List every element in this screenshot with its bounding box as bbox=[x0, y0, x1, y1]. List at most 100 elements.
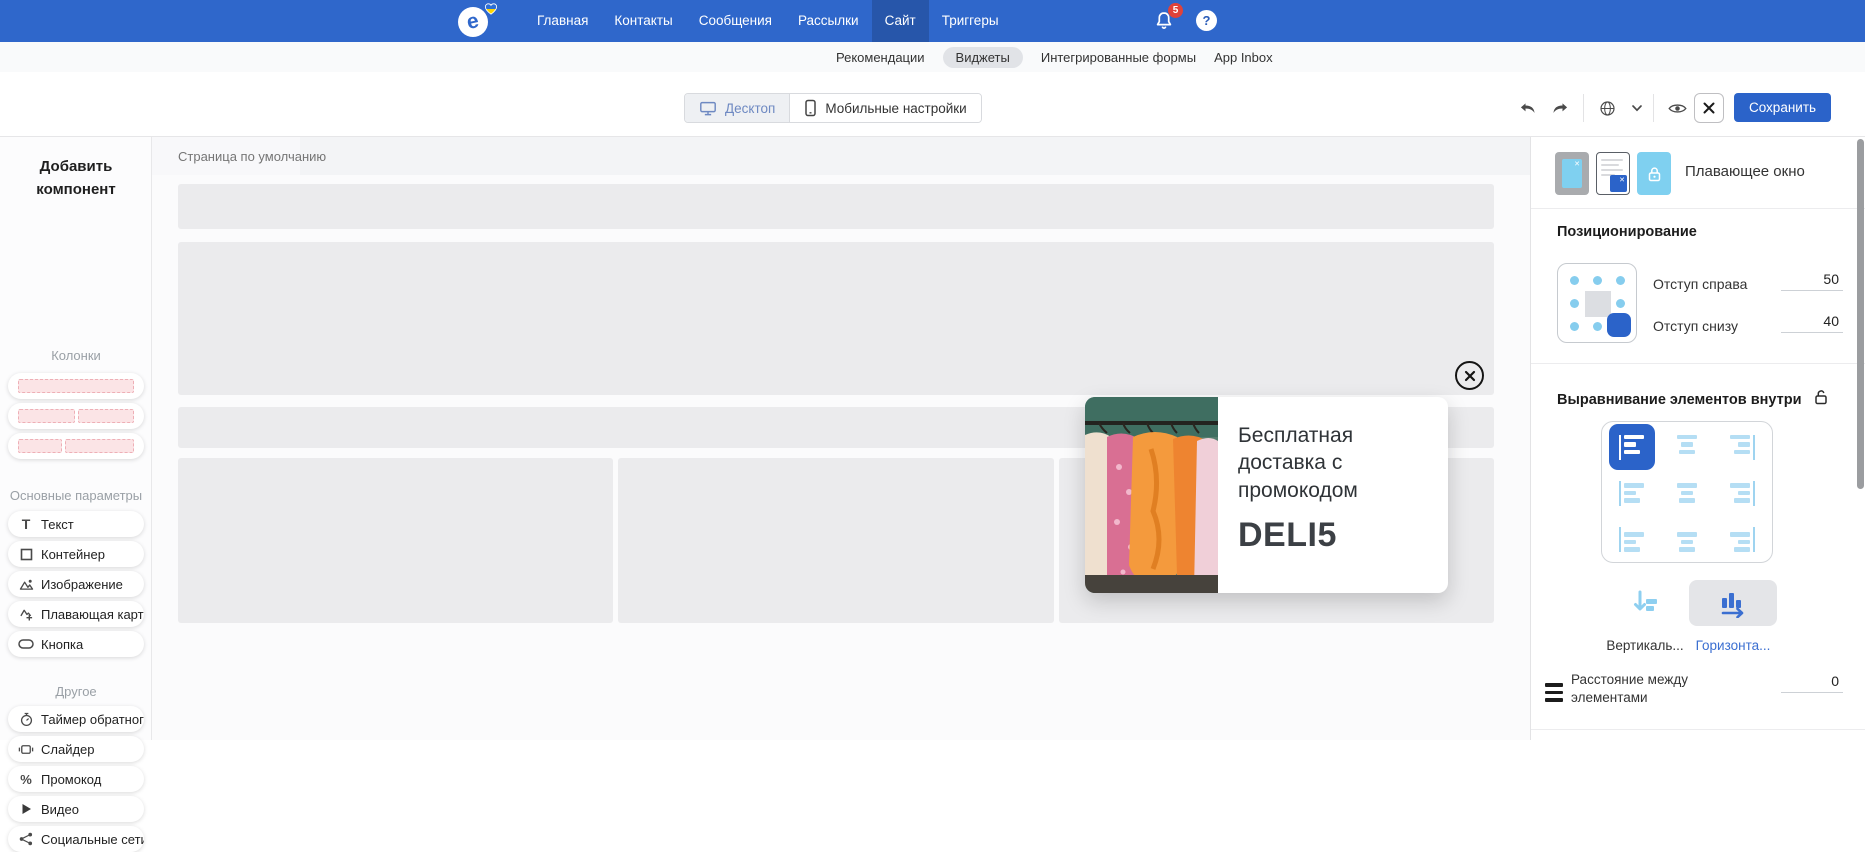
panel-scrollbar[interactable] bbox=[1857, 139, 1864, 489]
align-option-middle-left[interactable] bbox=[1609, 470, 1655, 516]
component-container[interactable]: Контейнер bbox=[8, 541, 144, 567]
subnav-widgets[interactable]: Виджеты bbox=[942, 46, 1023, 68]
toolbar-divider bbox=[1653, 94, 1654, 122]
page-placeholder-hero bbox=[178, 242, 1494, 395]
alignment-lock-button[interactable] bbox=[1814, 389, 1828, 405]
language-dropdown[interactable] bbox=[1622, 93, 1652, 123]
redo-button[interactable] bbox=[1545, 93, 1575, 123]
component-video[interactable]: Видео bbox=[8, 796, 144, 822]
position-bottom-left[interactable] bbox=[1570, 322, 1579, 331]
desktop-icon bbox=[700, 101, 716, 115]
section-label-basic: Основные параметры bbox=[9, 488, 143, 503]
menu-item-campaigns[interactable]: Рассылки bbox=[785, 0, 872, 42]
vertical-layout-label[interactable]: Вертикаль... bbox=[1601, 638, 1689, 653]
column-layout-2col[interactable] bbox=[8, 403, 144, 429]
container-icon bbox=[18, 548, 34, 561]
undo-icon bbox=[1520, 103, 1535, 113]
widget-type-popup[interactable]: ✕ bbox=[1555, 152, 1589, 195]
widget-close-icon bbox=[1464, 370, 1475, 381]
column-layout-1col[interactable] bbox=[8, 373, 144, 399]
save-button[interactable]: Сохранить bbox=[1734, 93, 1831, 122]
notifications-button[interactable]: 5 bbox=[1152, 3, 1183, 33]
widget-close-button[interactable] bbox=[1455, 361, 1484, 390]
position-top-left[interactable] bbox=[1570, 276, 1579, 285]
panel-divider bbox=[1531, 729, 1865, 730]
redo-icon bbox=[1553, 103, 1568, 113]
menu-item-home[interactable]: Главная bbox=[524, 0, 601, 42]
language-button[interactable] bbox=[1592, 93, 1622, 123]
section-label-columns: Колонки bbox=[51, 348, 101, 363]
align-option-top-center[interactable] bbox=[1664, 424, 1710, 470]
floating-widget-preview[interactable]: Бесплатная доставка с промокодом DELI5 bbox=[1085, 397, 1448, 593]
menu-item-triggers[interactable]: Триггеры bbox=[929, 0, 1012, 42]
device-toggle: Десктоп Мобильные настройки bbox=[684, 93, 982, 123]
align-option-top-right[interactable] bbox=[1719, 424, 1765, 470]
vertical-layout-button[interactable] bbox=[1601, 580, 1689, 626]
component-button[interactable]: Кнопка bbox=[8, 631, 144, 657]
menu-item-site[interactable]: Сайт bbox=[871, 0, 929, 42]
align-option-middle-right[interactable] bbox=[1719, 470, 1765, 516]
panel-divider bbox=[1531, 208, 1865, 209]
widget-promocode: DELI5 bbox=[1238, 515, 1337, 554]
component-text[interactable]: T Текст bbox=[8, 511, 144, 537]
position-bottom-center[interactable] bbox=[1593, 322, 1602, 331]
align-option-bottom-center[interactable] bbox=[1664, 516, 1710, 562]
component-image[interactable]: Изображение bbox=[8, 571, 144, 597]
canvas-top-strip bbox=[152, 137, 1530, 175]
mobile-settings-tab[interactable]: Мобильные настройки bbox=[790, 94, 981, 122]
offset-bottom-input[interactable]: 40 bbox=[1781, 313, 1843, 333]
subnav-integrated-forms[interactable]: Интегрированные формы bbox=[1041, 47, 1196, 68]
menu-item-contacts[interactable]: Контакты bbox=[601, 0, 685, 42]
position-middle-left[interactable] bbox=[1570, 299, 1579, 308]
spacing-label: Расстояние между элементами bbox=[1571, 672, 1688, 706]
position-top-center[interactable] bbox=[1593, 276, 1602, 285]
offset-bottom-label: Отступ снизу bbox=[1653, 318, 1738, 334]
help-button[interactable]: ? bbox=[1196, 10, 1217, 31]
align-option-bottom-left[interactable] bbox=[1609, 516, 1655, 562]
panel-divider bbox=[1531, 363, 1865, 364]
subnav-recommendations[interactable]: Рекомендации bbox=[836, 47, 925, 68]
column-placeholder bbox=[77, 409, 134, 423]
floating-window-thumb-icon: ✕ bbox=[1610, 175, 1627, 192]
align-option-middle-center[interactable] bbox=[1664, 470, 1710, 516]
play-icon bbox=[18, 803, 34, 815]
position-bottom-right-selected[interactable] bbox=[1607, 313, 1631, 337]
preview-button[interactable] bbox=[1662, 93, 1692, 123]
app-logo[interactable]: e bbox=[458, 3, 504, 39]
position-selector bbox=[1557, 263, 1637, 343]
subnav-app-inbox[interactable]: App Inbox bbox=[1214, 47, 1273, 68]
slider-icon bbox=[18, 744, 34, 755]
component-social-networks[interactable]: Социальные сети bbox=[8, 826, 144, 852]
share-icon bbox=[18, 832, 34, 846]
column-placeholder bbox=[18, 439, 63, 453]
widget-type-gated[interactable] bbox=[1637, 152, 1671, 195]
globe-icon bbox=[1599, 100, 1615, 116]
unlock-icon bbox=[1815, 390, 1827, 405]
sidebar-title: Добавить компонент bbox=[36, 158, 116, 199]
text-icon: T bbox=[21, 516, 31, 532]
close-editor-button[interactable] bbox=[1694, 93, 1724, 123]
eye-icon bbox=[1667, 103, 1687, 113]
popup-thumb-icon: ✕ bbox=[1562, 159, 1582, 188]
align-option-top-left[interactable] bbox=[1608, 424, 1655, 470]
position-middle-right[interactable] bbox=[1616, 299, 1625, 308]
page-placeholder-column bbox=[618, 458, 1054, 623]
page-tab-default[interactable]: Страница по умолчанию bbox=[152, 137, 326, 175]
page-canvas: Страница по умолчанию Бесплатная доставк… bbox=[152, 137, 1530, 740]
section-label-other: Другое bbox=[55, 684, 97, 699]
undo-button[interactable] bbox=[1513, 93, 1543, 123]
column-layout-1-2col[interactable] bbox=[8, 433, 144, 459]
component-floating-image[interactable]: Плавающая карти bbox=[8, 601, 144, 627]
position-top-right[interactable] bbox=[1616, 276, 1625, 285]
align-option-bottom-right[interactable] bbox=[1719, 516, 1765, 562]
component-countdown-timer[interactable]: Таймер обратного bbox=[8, 706, 144, 732]
offset-right-input[interactable]: 50 bbox=[1781, 271, 1843, 291]
horizontal-layout-button[interactable] bbox=[1689, 580, 1777, 626]
horizontal-layout-label[interactable]: Горизонта... bbox=[1689, 638, 1777, 653]
menu-item-messages[interactable]: Сообщения bbox=[686, 0, 785, 42]
desktop-tab[interactable]: Десктоп bbox=[685, 94, 791, 122]
spacing-input[interactable]: 0 bbox=[1781, 673, 1843, 693]
widget-type-floating-window[interactable]: ✕ bbox=[1596, 152, 1630, 195]
column-placeholder bbox=[18, 409, 75, 423]
component-promocode[interactable]: % Промокод bbox=[8, 766, 144, 792]
